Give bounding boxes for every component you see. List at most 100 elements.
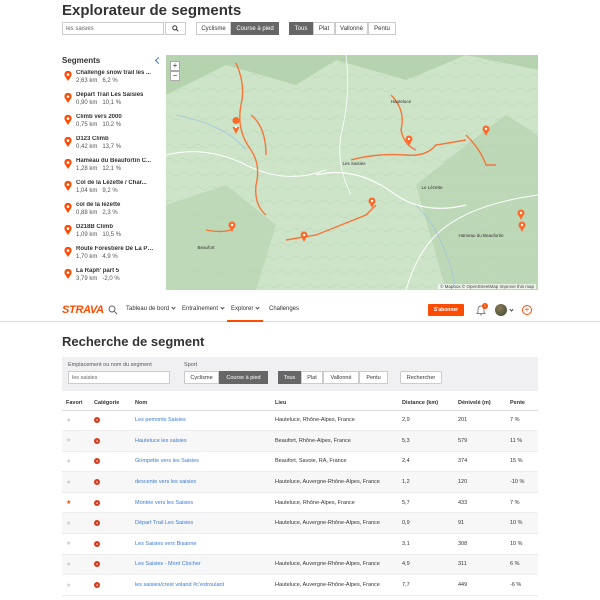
explorer-terrain-flat[interactable]: Plat: [313, 22, 335, 35]
map-pin-icon: [64, 115, 72, 125]
segment-name-link[interactable]: Montée vers les Saisies: [131, 492, 271, 514]
segment-list-item[interactable]: D218B Climb 1,09 km 10,5 %: [62, 224, 152, 246]
segment-list-item[interactable]: Challenge snow trail les ... 2,63 km 6,2 %: [62, 70, 152, 92]
nav-dashboard-label: Tableau de bord: [126, 306, 170, 312]
segment-list-item[interactable]: La Raph' part 5 3,79 km -2,0 %: [62, 268, 152, 290]
place-cell: Hauteluce, Rhône-Alpes, France: [271, 492, 398, 514]
segment-list-item[interactable]: Hameau du Beaufortin C... 1,28 km 12,1 %: [62, 158, 152, 180]
favorite-cell: ★: [62, 533, 90, 555]
add-button[interactable]: +: [522, 305, 532, 315]
map-attribution[interactable]: © Mapbox © OpenStreetMap Improve this ma…: [438, 284, 536, 289]
segment-name[interactable]: D218B Climb: [76, 224, 154, 230]
terrain-hilly-button[interactable]: Vallonné: [323, 371, 359, 384]
place-cell: Hauteluce, Auvergne-Rhône-Alpes, France: [271, 512, 398, 535]
nav-explore[interactable]: Explorer: [231, 305, 260, 312]
table-row: ★ ● Hauteluce les saisies Beaufort, Rhône-A…: [62, 430, 538, 452]
subscribe-button[interactable]: S'abonner: [428, 304, 464, 316]
chevron-down-icon[interactable]: [509, 307, 514, 312]
category-badge-icon: ●: [94, 458, 100, 465]
map-pin-icon: [64, 71, 72, 81]
map-zoom-out-button[interactable]: −: [170, 71, 180, 81]
segment-name-link[interactable]: Hauteluce les saisies: [131, 430, 271, 452]
star-icon[interactable]: ★: [66, 583, 71, 589]
segment-list-item[interactable]: D123 Climb 0,42 km 13,7 %: [62, 136, 152, 158]
map-zoom-in-button[interactable]: +: [170, 61, 180, 71]
segment-distance: 1,04 km: [76, 188, 98, 194]
segment-name-link[interactable]: Les Saisies vers Bisanne: [131, 533, 271, 555]
segment-list: Challenge snow trail les ... 2,63 km 6,2 %…: [62, 70, 154, 290]
segment-name[interactable]: Route Forestière De La Pa...: [76, 246, 154, 252]
location-input[interactable]: [68, 371, 170, 384]
star-icon[interactable]: ★: [66, 480, 71, 486]
nav-challenges[interactable]: Challenges: [269, 306, 299, 312]
segment-list-item[interactable]: Route Forestière De La Pa... 1,70 km 4,9 %: [62, 246, 154, 268]
explorer-sport-running[interactable]: Course à pied: [231, 22, 279, 35]
segment-name-link[interactable]: les saisies/crest voland #c'estroulant: [131, 574, 271, 596]
explorer-terrain-hilly[interactable]: Vallonné: [335, 22, 368, 35]
nav-training[interactable]: Entraînement: [182, 305, 225, 312]
col-nom[interactable]: Nom: [131, 396, 271, 411]
segment-grade: 10,2 %: [102, 122, 122, 128]
segment-name[interactable]: Col de la Lézette / Char...: [76, 180, 154, 186]
segment-name[interactable]: Départ Trail Les Saisies: [76, 92, 154, 98]
col-pente[interactable]: Pente: [506, 396, 538, 411]
segment-name-link[interactable]: Les Saisies - Mont Clocher: [131, 554, 271, 576]
segment-list-item[interactable]: col de la lezette 0,88 km 2,3 %: [62, 202, 152, 224]
col-denivele[interactable]: Dénivelé (m): [454, 396, 506, 411]
terrain-steep-button[interactable]: Pentu: [359, 371, 388, 384]
segment-name[interactable]: Challenge snow trail les ...: [76, 70, 154, 76]
explorer-sport-cycling[interactable]: Cyclisme: [196, 22, 231, 35]
col-categorie[interactable]: Catégorie: [90, 396, 131, 411]
strava-logo[interactable]: STRAVA: [62, 304, 104, 316]
elevation-cell: 120: [454, 471, 506, 493]
search-filters: Emplacement ou nom du segment Sport Cycl…: [62, 357, 538, 391]
segment-name[interactable]: D123 Climb: [76, 136, 154, 142]
star-icon[interactable]: ★: [66, 500, 71, 506]
segment-name-link[interactable]: Grimpette vers les Saisies: [131, 451, 271, 473]
segment-name-link[interactable]: descente vers les saisies: [131, 471, 271, 493]
terrain-all-button[interactable]: Tous: [278, 371, 301, 384]
search-submit-button[interactable]: Rechercher: [400, 371, 442, 384]
col-favori[interactable]: Favori: [62, 396, 90, 411]
collapse-list-icon[interactable]: [154, 56, 163, 65]
star-icon[interactable]: ★: [66, 541, 71, 547]
chevron-down-icon: [220, 305, 225, 310]
search-icon[interactable]: [108, 305, 118, 315]
terrain-flat-button[interactable]: Plat: [301, 371, 323, 384]
segment-name[interactable]: Hameau du Beaufortin C...: [76, 158, 154, 164]
star-icon[interactable]: ★: [66, 438, 71, 444]
segment-name-link[interactable]: Les pemonts Saisies: [131, 410, 271, 432]
segment-name[interactable]: La Raph' part 5: [76, 268, 154, 274]
segment-distance: 2,63 km: [76, 78, 98, 84]
segment-stats: 1,04 km 9,2 %: [76, 188, 152, 194]
star-icon[interactable]: ★: [66, 521, 71, 527]
segment-list-item[interactable]: Col de la Lézette / Char... 1,04 km 9,2 %: [62, 180, 152, 202]
segment-name[interactable]: col de la lezette: [76, 202, 154, 208]
segment-name[interactable]: Climb vers 2000: [76, 114, 154, 120]
explorer-search-input[interactable]: [62, 22, 164, 35]
star-icon[interactable]: ★: [66, 418, 71, 424]
explorer-terrain-steep[interactable]: Pentu: [368, 22, 396, 35]
sport-cycling-button[interactable]: Cyclisme: [184, 371, 219, 384]
segment-list-item[interactable]: Climb vers 2000 0,75 km 10,2 %: [62, 114, 152, 136]
nav-dashboard[interactable]: Tableau de bord: [126, 305, 176, 312]
star-icon[interactable]: ★: [66, 562, 71, 568]
favorite-cell: ★: [62, 554, 90, 576]
col-lieu[interactable]: Lieu: [271, 396, 398, 411]
segment-map[interactable]: Les Saisies Hauteluce Le Lézette Beaufor…: [166, 55, 538, 290]
segment-list-item[interactable]: Départ Trail Les Saisies 0,90 km 10,1 %: [62, 92, 152, 114]
avatar[interactable]: [495, 304, 507, 316]
segment-name-link[interactable]: Départ Trail Les Saisies: [131, 512, 271, 535]
sport-running-button[interactable]: Course à pied: [219, 371, 268, 384]
star-icon[interactable]: ★: [66, 459, 71, 465]
sport-label: Sport: [184, 362, 198, 368]
map-pin-icon: [64, 225, 72, 235]
explorer-terrain-all[interactable]: Tous: [289, 22, 313, 35]
elevation-cell: 91: [454, 512, 506, 535]
category-badge-icon: ●: [94, 437, 100, 444]
col-distance[interactable]: Distance (km): [398, 396, 454, 411]
nav-training-label: Entraînement: [182, 306, 219, 312]
grade-cell: 6 %: [506, 554, 538, 576]
place-cell: [271, 533, 398, 555]
explorer-search-button[interactable]: [165, 22, 186, 35]
